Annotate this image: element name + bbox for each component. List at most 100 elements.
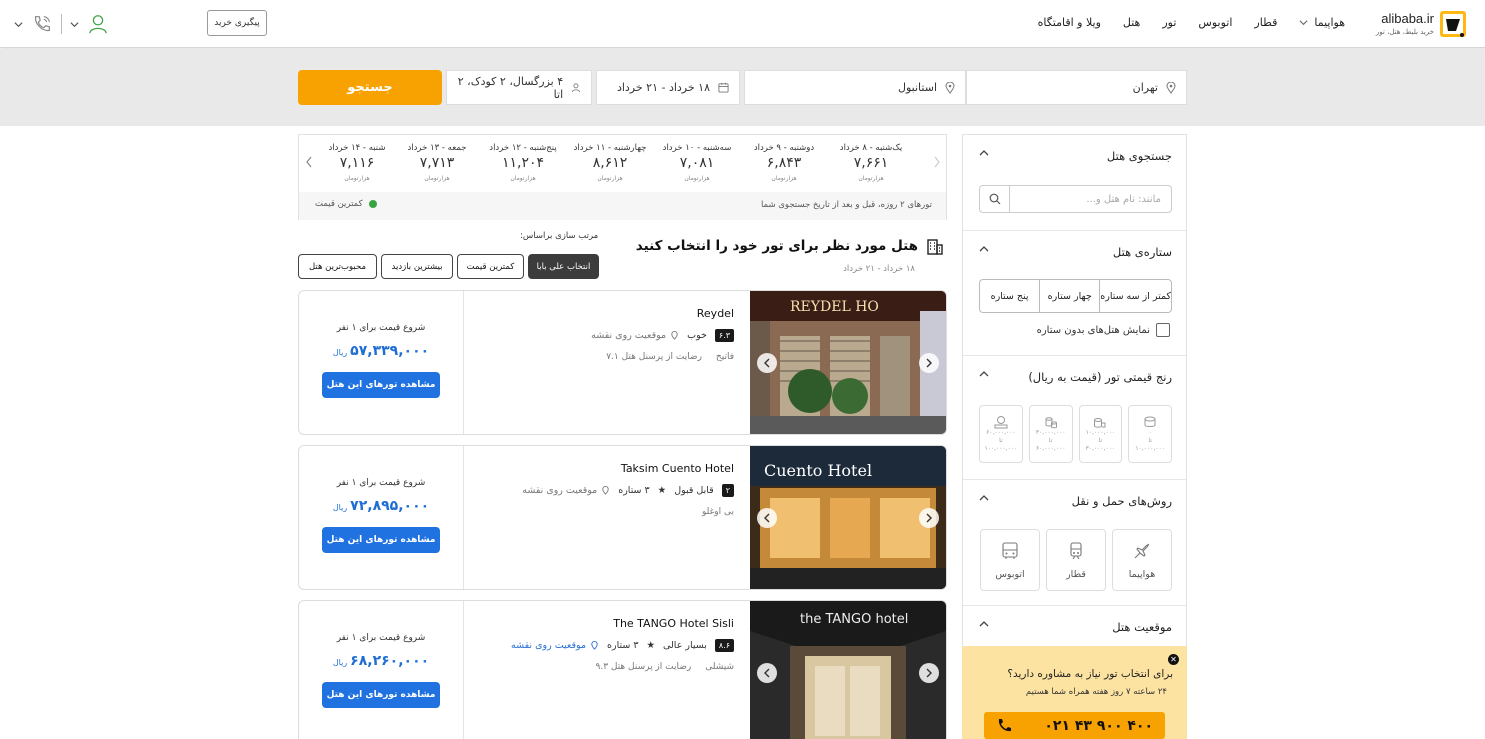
map-link[interactable]: موقعیت روی نقشه <box>511 640 599 651</box>
chevron-right-icon[interactable] <box>933 156 941 168</box>
star-option-four[interactable]: چهار ستاره <box>1039 280 1099 312</box>
rating-badge: ۶.۳ <box>714 329 734 342</box>
hotel-area: بی اوغلو <box>701 507 734 517</box>
hotel-photo-sign: Cuento Hotel <box>764 461 872 480</box>
chevron-right-icon <box>926 358 932 368</box>
date-cell[interactable]: جمعه - ۱۳ خرداد ۷,۷۱۳ هزارتومان <box>394 135 480 191</box>
track-order-button[interactable]: پیگیری خرید <box>207 10 267 36</box>
photo-prev-arrow[interactable] <box>757 508 777 528</box>
price-range-card[interactable]: ۰ تا ۱۰,۰۰۰,۰۰۰ <box>1128 405 1172 463</box>
no-star-checkbox[interactable] <box>1156 323 1170 337</box>
star-option-five[interactable]: پنج ستاره <box>980 280 1039 312</box>
photo-next-arrow[interactable] <box>919 508 939 528</box>
transport-option-flight[interactable]: هواپیما <box>1112 529 1172 591</box>
star-option-below-three[interactable]: کمتر از سه ستاره <box>1099 280 1171 312</box>
hotel-photo[interactable]: the TANGO hotel <box>750 601 946 739</box>
nav-item-flight[interactable]: هواپیما <box>1299 16 1345 29</box>
hotel-name[interactable]: Reydel <box>464 307 734 320</box>
hotel-card[interactable]: REYDEL HO Reydel ۶.۳ خوب موقعیت روی نقشه… <box>298 290 947 435</box>
origin-field[interactable]: تهران <box>966 70 1187 105</box>
search-button[interactable]: جستجو <box>298 70 442 105</box>
chevron-down-icon[interactable] <box>70 20 79 29</box>
consult-phone-button[interactable]: ۰۲۱ ۴۳ ۹۰۰ ۴۰۰ <box>984 712 1165 739</box>
no-star-toggle[interactable]: نمایش هتل‌های بدون ستاره <box>1037 323 1170 337</box>
alibaba-logo-icon <box>1440 11 1466 37</box>
chevron-left-icon <box>764 668 770 678</box>
map-link[interactable]: موقعیت روی نقشه <box>591 330 679 341</box>
brand-tagline: خرید بلیط، هتل، تور <box>1375 28 1434 36</box>
search-icon[interactable] <box>980 186 1010 212</box>
nav-item-villa[interactable]: ویلا و اقامتگاه <box>1038 16 1101 29</box>
user-account-icon[interactable] <box>87 13 109 35</box>
chevron-down-icon[interactable] <box>14 20 23 29</box>
hotel-photo[interactable]: REYDEL HO <box>750 291 946 434</box>
date-cell[interactable]: یک‌شنبه - ۸ خرداد ۷,۶۶۱ هزارتومان <box>828 135 914 191</box>
nav-item-tour[interactable]: تور <box>1162 16 1176 29</box>
green-dot-icon <box>368 200 377 208</box>
photo-prev-arrow[interactable] <box>757 663 777 683</box>
hotel-sub: بی اوغلو <box>464 507 734 517</box>
filter-title[interactable]: جستجوی هتل <box>1107 149 1172 163</box>
passengers-field[interactable]: ۴ بزرگسال، ۲ کودک، ۲ اتا <box>446 70 592 105</box>
date-cell[interactable]: شنبه - ۱۴ خرداد ۷,۱۱۶ هزارتومان <box>320 135 394 191</box>
phone-icon <box>998 718 1011 731</box>
hotel-info: The TANGO Hotel Sisli ۸.۶ بسیار عالی ★ ۳… <box>464 617 734 672</box>
price-range-card[interactable]: ۳۰,۰۰۰,۰۰۰ تا ۶۰,۰۰۰,۰۰۰ <box>1028 405 1073 463</box>
date-cell[interactable]: پنج‌شنبه - ۱۲ خرداد ۱۱,۲۰۴ هزارتومان <box>480 135 566 191</box>
date-cell[interactable]: دوشنبه - ۹ خرداد ۶,۸۴۳ هزارتومان <box>741 135 827 191</box>
hotel-search-input[interactable]: مانند: نام هتل و... <box>979 185 1172 213</box>
price-range-card[interactable]: ۱۰,۰۰۰,۰۰۰ تا ۳۰,۰۰۰,۰۰۰ <box>1078 405 1123 463</box>
chevron-left-icon[interactable] <box>305 156 313 168</box>
staff-satisfaction: رضایت از پرسنل هتل ۹.۳ <box>595 662 692 672</box>
view-hotel-tours-button[interactable]: مشاهده تورهای این هتل <box>322 372 440 398</box>
chevron-right-icon <box>926 668 932 678</box>
hotel-name[interactable]: Taksim Cuento Hotel <box>464 462 734 475</box>
results-title: هتل مورد نظر برای تور خود را انتخاب کنید <box>636 237 944 255</box>
hotel-stars: ۳ ستاره <box>618 485 650 496</box>
date-field[interactable]: ۱۸ خرداد - ۲۱ خرداد <box>596 70 740 105</box>
sort-alibaba-choice[interactable]: انتخاب علی بابا <box>528 254 599 279</box>
chevron-up-icon[interactable] <box>979 149 989 157</box>
hotel-photo-sign: REYDEL HO <box>790 299 879 315</box>
destination-field[interactable]: استانبول <box>744 70 966 105</box>
date-cell[interactable]: سه‌شنبه - ۱۰ خرداد ۷,۰۸۱ هزارتومان <box>654 135 740 191</box>
view-hotel-tours-button[interactable]: مشاهده تورهای این هتل <box>322 682 440 708</box>
sort-lowest-price[interactable]: کمترین قیمت <box>457 254 524 279</box>
logo[interactable]: alibaba.ir خرید بلیط، هتل، تور <box>1370 9 1468 39</box>
rating-badge: ۸.۶ <box>714 639 734 652</box>
transport-option-train[interactable]: قطار <box>1046 529 1106 591</box>
chevron-up-icon[interactable] <box>979 245 989 253</box>
filter-title[interactable]: رنج قیمتی تور (قیمت به ریال) <box>1028 370 1172 384</box>
sort-most-popular[interactable]: محبوب‌ترین هتل <box>298 254 377 279</box>
hotel-meta: ۸.۶ بسیار عالی ★ ۳ ستاره موقعیت روی نقشه <box>464 639 734 652</box>
filter-title[interactable]: ستاره‌ی هتل <box>1113 245 1172 259</box>
chevron-up-icon[interactable] <box>979 494 989 502</box>
nav-item-train[interactable]: قطار <box>1254 16 1277 29</box>
price-range-card[interactable]: ۶۰,۰۰۰,۰۰۰ تا ۱۰۰,۰۰۰,۰۰۰ <box>979 405 1023 463</box>
header-tools <box>14 12 109 36</box>
support-phone-icon[interactable] <box>31 13 53 35</box>
close-icon[interactable]: ✕ <box>1168 654 1179 665</box>
hotel-card[interactable]: the TANGO hotel The TANGO Hotel Sisli ۸.… <box>298 600 947 739</box>
sort-most-viewed[interactable]: بیشترین بازدید <box>381 254 453 279</box>
transport-option-bus[interactable]: اتوبوس <box>980 529 1040 591</box>
hotel-price: ۷۲,۸۹۵,۰۰۰ریال <box>332 498 430 514</box>
filter-title[interactable]: روش‌های حمل و نقل <box>1072 494 1172 508</box>
chevron-up-icon[interactable] <box>979 620 989 628</box>
coins-icon <box>1144 416 1156 427</box>
nav-item-hotel[interactable]: هتل <box>1123 16 1140 29</box>
map-link[interactable]: موقعیت روی نقشه <box>522 485 610 496</box>
date-cell[interactable]: چهارشنبه - ۱۱ خرداد ۸,۶۱۲ هزارتومان <box>567 135 653 191</box>
hotel-sub: فاتیح رضایت از پرسنل هتل ۷.۱ <box>464 352 734 362</box>
hotel-name[interactable]: The TANGO Hotel Sisli <box>464 617 734 630</box>
photo-prev-arrow[interactable] <box>757 353 777 373</box>
hotel-photo[interactable]: Cuento Hotel <box>750 446 946 589</box>
chevron-up-icon[interactable] <box>979 370 989 378</box>
results-dates: ۱۸ خرداد - ۲۱ خرداد <box>843 264 915 274</box>
hotel-card[interactable]: Cuento Hotel Taksim Cuento Hotel ۲ قابل … <box>298 445 947 590</box>
photo-next-arrow[interactable] <box>919 663 939 683</box>
view-hotel-tours-button[interactable]: مشاهده تورهای این هتل <box>322 527 440 553</box>
photo-next-arrow[interactable] <box>919 353 939 373</box>
nav-item-bus[interactable]: اتوبوس <box>1198 16 1232 29</box>
filter-title[interactable]: موقعیت هتل <box>1112 620 1172 634</box>
